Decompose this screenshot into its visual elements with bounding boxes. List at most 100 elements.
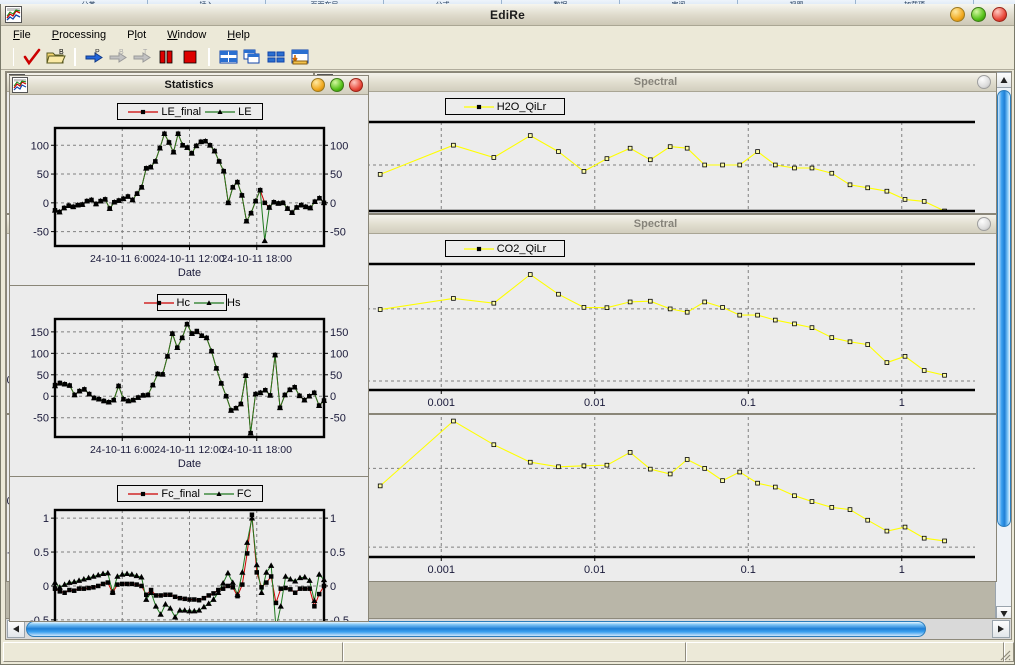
svg-text:-50: -50 xyxy=(330,413,346,425)
menu-item-processing[interactable]: Processing xyxy=(50,28,108,42)
tile-horizontal-icon[interactable] xyxy=(264,46,288,68)
svg-text:0: 0 xyxy=(43,581,49,593)
plot-legend: LE_final LE xyxy=(117,103,263,120)
menu-item-window[interactable]: Window xyxy=(165,28,208,42)
svg-text:-50: -50 xyxy=(33,227,49,239)
stop-icon[interactable] xyxy=(178,46,202,68)
svg-text:1: 1 xyxy=(43,513,49,525)
status-cell-2 xyxy=(342,642,686,662)
legend-item: CO2_QiLr xyxy=(463,242,547,255)
plot-canvas: 0.010.1Spectra0.0010.010.11 xyxy=(332,262,975,409)
svg-text:P: P xyxy=(95,49,100,56)
close-button[interactable] xyxy=(992,7,1007,22)
statistics-window: Statistics LE_final LE -50 -50 0 0 50 50 100 100 24… xyxy=(9,75,369,622)
scroll-right-button[interactable] xyxy=(992,620,1010,638)
plot-legend: CO2_QiLr xyxy=(445,240,565,257)
plot-legend: Fc_final FC xyxy=(117,485,263,502)
app-title: EdiRe xyxy=(489,7,525,22)
arrow-p-icon[interactable]: P xyxy=(82,46,106,68)
plot-canvas: 0.010.1Spectra0.0010.010.11 xyxy=(332,417,975,576)
tile-grid-icon[interactable] xyxy=(216,46,240,68)
spectral-window-h2o-title-bar[interactable]: Spectral xyxy=(315,73,996,92)
statistics-window-title-bar[interactable]: Statistics xyxy=(10,76,368,95)
svg-text:1: 1 xyxy=(330,513,336,525)
legend-label: FC xyxy=(236,487,252,500)
svg-text:Date: Date xyxy=(178,267,201,279)
minimize-button[interactable] xyxy=(977,217,991,231)
svg-text:0.5: 0.5 xyxy=(34,547,49,559)
svg-text:150: 150 xyxy=(31,327,49,339)
svg-text:0: 0 xyxy=(330,581,336,593)
legend-swatch xyxy=(463,104,494,109)
legend-item: Fc_final xyxy=(128,488,200,500)
vertical-scrollbar[interactable] xyxy=(995,72,1011,622)
minimize-button[interactable] xyxy=(950,7,965,22)
arrange-icons-icon[interactable] xyxy=(288,46,312,68)
svg-text:24-10-11 18:00: 24-10-11 18:00 xyxy=(222,253,293,265)
minimize-button[interactable] xyxy=(977,75,991,89)
plot-canvas: -50 -500 050 50100 100150 15024-10-11 6:00 24-… xyxy=(31,317,348,470)
close-button[interactable] xyxy=(349,78,363,92)
status-cell-3 xyxy=(685,642,1004,662)
svg-text:1: 1 xyxy=(899,397,905,409)
status-cell-1 xyxy=(3,642,343,662)
horizontal-scroll-thumb[interactable] xyxy=(26,621,926,637)
resize-grip[interactable] xyxy=(998,648,1012,662)
svg-text:Date: Date xyxy=(178,458,201,470)
svg-text:-50: -50 xyxy=(33,413,49,425)
svg-text:50: 50 xyxy=(330,169,342,181)
toolbar-separator xyxy=(209,48,210,66)
svg-text:0: 0 xyxy=(43,391,49,403)
plot-area: -50 -50 0 0 50 50 100 100 24-10-11 6:00 24-10-11 … xyxy=(10,124,368,284)
svg-text:100: 100 xyxy=(31,140,49,152)
scroll-left-button[interactable] xyxy=(7,620,25,638)
legend-item: Hs xyxy=(194,297,240,309)
scroll-up-button[interactable] xyxy=(996,72,1011,88)
legend-label: CO2_QiLr xyxy=(496,242,547,255)
spectral-window-h2o: Spectral H2O_QiLr 0.1Spectra xyxy=(314,72,997,214)
tool-bar: B P B T xyxy=(1,45,1014,70)
spectral-window-co2: SpectralCO2_QiLr0.010.1Spectra0.0010.010… xyxy=(314,214,997,414)
legend-label: LE_final xyxy=(161,105,202,118)
legend-item: H2O_QiLr xyxy=(463,101,546,113)
spectral-window-co2-title-bar[interactable]: Spectral xyxy=(315,215,996,234)
child-window-controls xyxy=(977,75,991,89)
svg-text:24-10-11 6:00: 24-10-11 6:00 xyxy=(90,444,155,456)
cascade-icon[interactable] xyxy=(240,46,264,68)
svg-text:50: 50 xyxy=(330,370,342,382)
svg-text:-0.5: -0.5 xyxy=(30,615,49,621)
plot-canvas: -50 -500 050 50100 10024-10-11 6:00 24-10-11 … xyxy=(31,126,348,279)
maximize-button[interactable] xyxy=(971,7,986,22)
legend-label: Hs xyxy=(227,296,241,309)
menu-item-help[interactable]: Help xyxy=(225,28,252,42)
legend-swatch xyxy=(205,108,236,114)
svg-text:0: 0 xyxy=(330,198,336,210)
toolbar-separator xyxy=(75,48,76,66)
legend-item: Hc xyxy=(143,297,190,309)
menu-item-file[interactable]: File xyxy=(11,28,33,42)
main-window: EdiRe File Processing Plot Window Help B… xyxy=(0,4,1015,665)
svg-text:24-10-11 12:00: 24-10-11 12:00 xyxy=(154,444,225,456)
maximize-button[interactable] xyxy=(330,78,344,92)
menu-item-plot[interactable]: Plot xyxy=(125,28,148,42)
application-root: 分类插入页面布局公式数据审阅视图加载项 EdiRe FilePro xyxy=(0,0,1015,665)
svg-text:0.1: 0.1 xyxy=(741,397,756,409)
spectral-panel-lower-right: 0.010.1Spectra0.0010.010.11 xyxy=(314,414,997,582)
chart-h: Hc Hs -50 -50 0 0 50 50 100 100 150 150 24-10-11 6:0… xyxy=(10,286,368,476)
svg-text:0: 0 xyxy=(43,198,49,210)
legend-item: FC xyxy=(203,487,252,500)
vertical-scroll-thumb[interactable] xyxy=(997,90,1011,527)
svg-text:50: 50 xyxy=(37,169,49,181)
svg-text:24-10-11 12:00: 24-10-11 12:00 xyxy=(154,253,225,265)
child-window-controls xyxy=(977,217,991,231)
legend-item: LE xyxy=(205,106,252,118)
check-icon[interactable] xyxy=(20,46,44,68)
svg-text:-50: -50 xyxy=(330,227,346,239)
pause-icon[interactable] xyxy=(154,46,178,68)
minimize-button[interactable] xyxy=(311,78,325,92)
svg-text:100: 100 xyxy=(31,348,49,360)
legend-swatch xyxy=(203,490,234,496)
open-folder-b-icon[interactable]: B xyxy=(44,46,68,68)
svg-text:-0.5: -0.5 xyxy=(330,615,349,621)
plot-legend: H2O_QiLr xyxy=(445,98,565,115)
